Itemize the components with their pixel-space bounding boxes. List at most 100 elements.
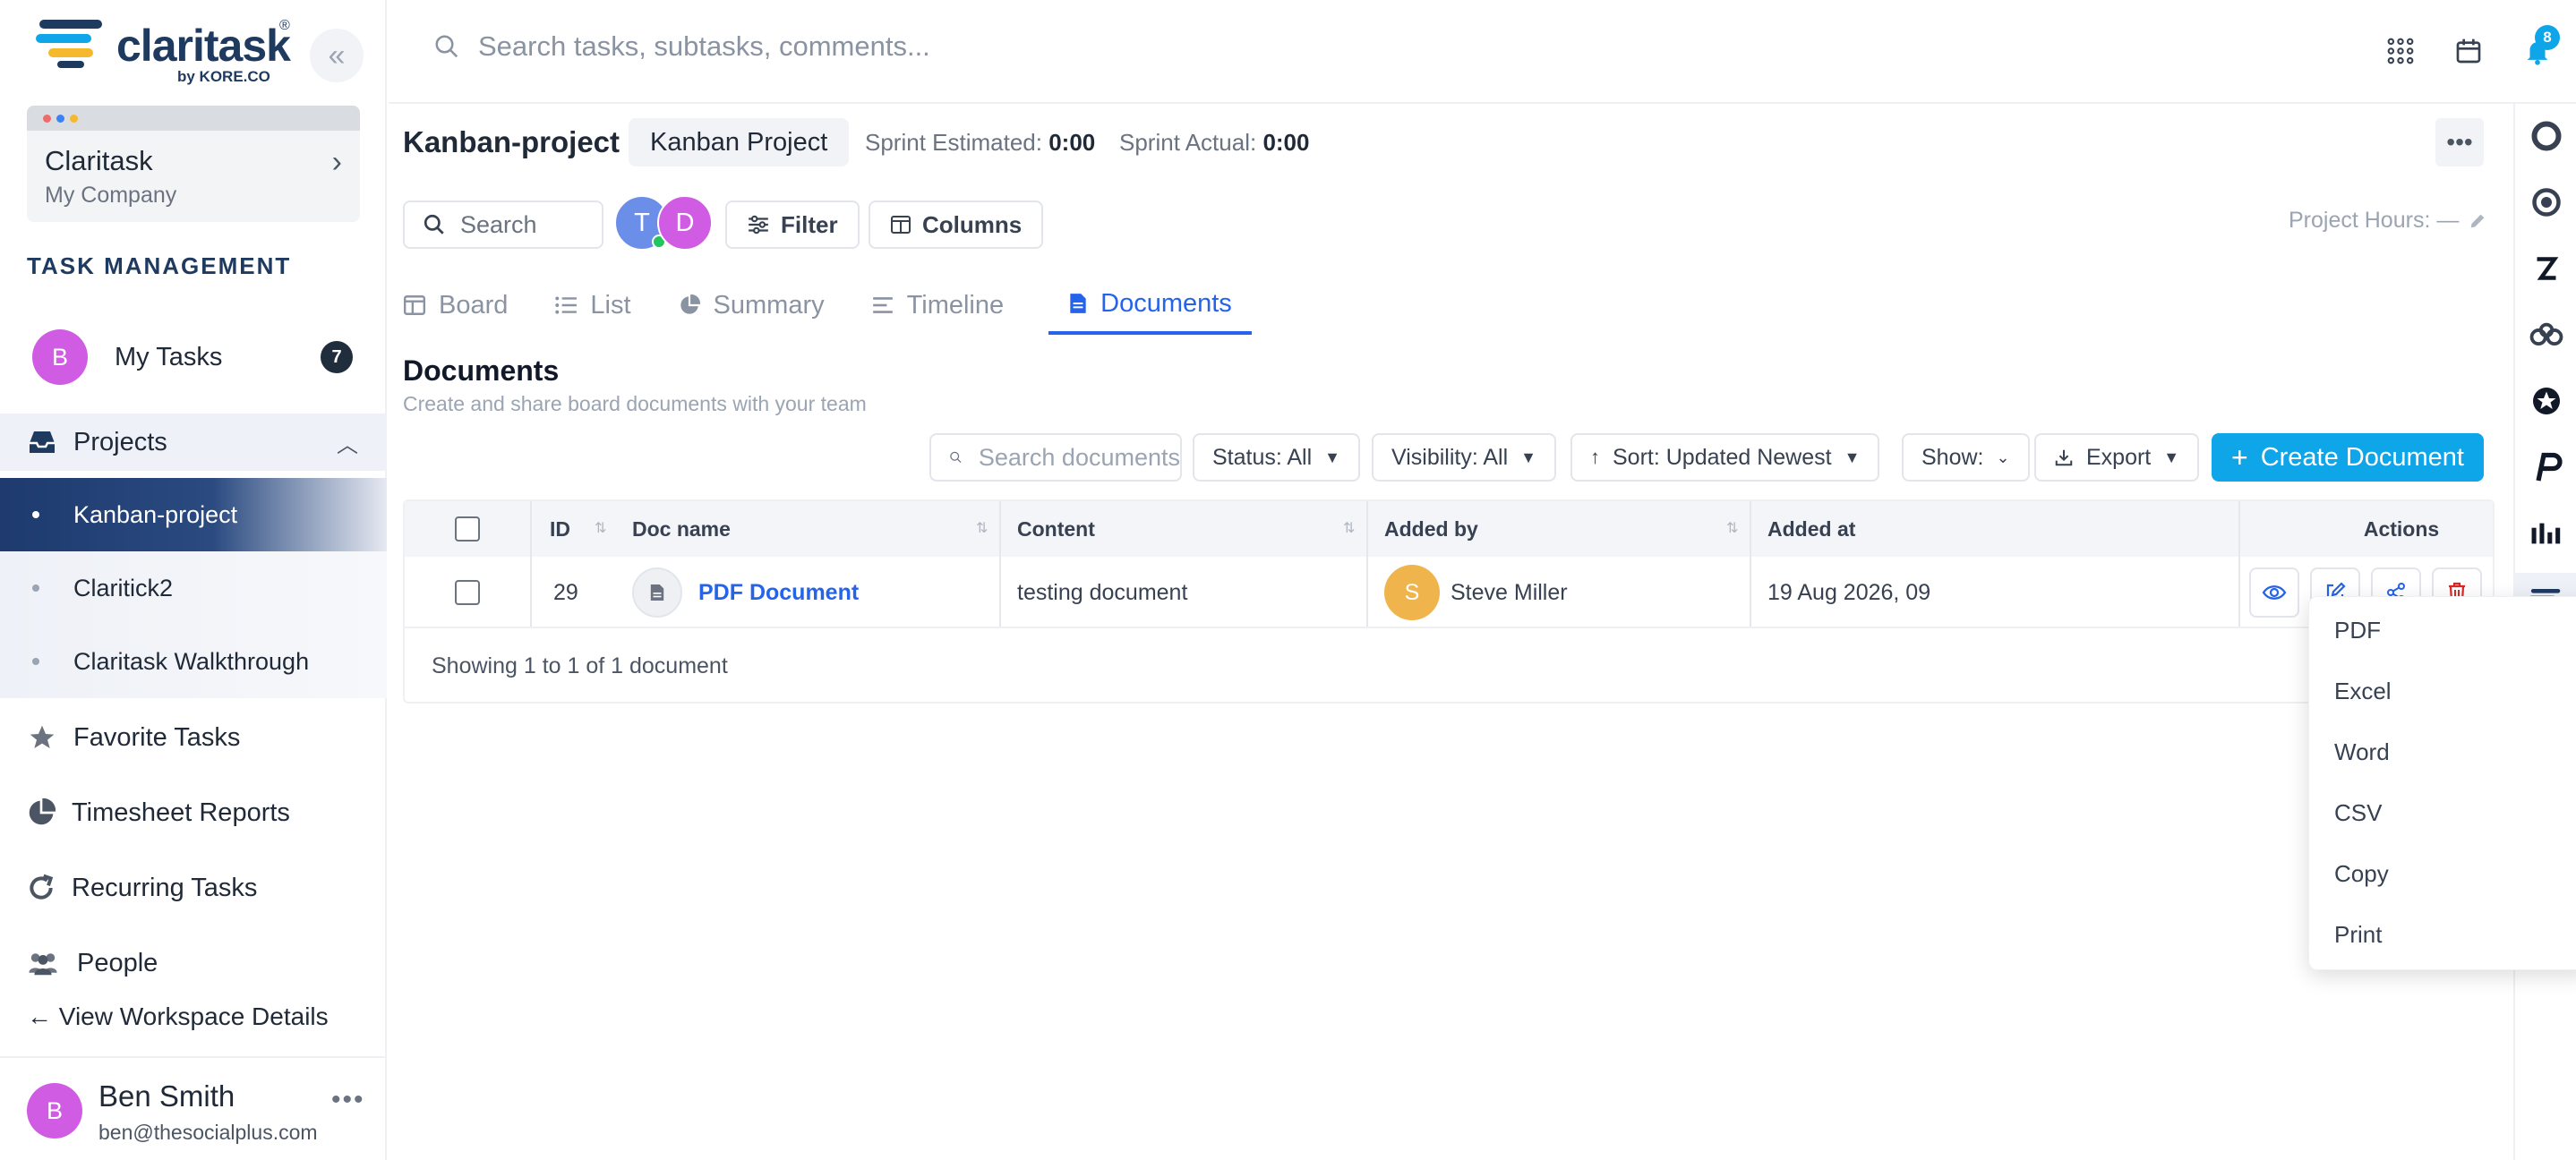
sidebar-item-recurring-tasks[interactable]: Recurring Tasks: [0, 863, 387, 913]
tab-timeline[interactable]: Timeline: [871, 276, 1023, 335]
table-row[interactable]: 29 PDF Document testing document S Steve…: [405, 557, 2493, 628]
user-profile[interactable]: B Ben Smith ben@thesocialplus.com •••: [0, 1056, 387, 1160]
filter-button[interactable]: Filter: [725, 200, 860, 249]
tab-summary[interactable]: Summary: [678, 276, 843, 335]
sprint-actual: Sprint Actual: 0:00: [1119, 129, 1309, 157]
global-search-input[interactable]: Search tasks, subtasks, comments...: [478, 30, 930, 63]
claritask-logo[interactable]: claritask ® by KORE.CO: [36, 16, 304, 85]
plus-icon: +: [2231, 440, 2248, 473]
links-logo-icon: [2529, 322, 2563, 346]
rail-app-2[interactable]: [2515, 175, 2576, 229]
export-menu-item-print[interactable]: Print: [2334, 921, 2382, 949]
workspace-switcher[interactable]: Claritask My Company ›: [27, 106, 360, 222]
cell-id: 29: [553, 579, 578, 605]
search-icon: [424, 214, 444, 235]
project-search-input[interactable]: Search: [403, 200, 603, 249]
export-menu: PDF Excel Word CSV Copy Print: [2308, 596, 2576, 970]
calendar-icon[interactable]: [2454, 37, 2483, 65]
sprint-estimated-value: 0:00: [1048, 129, 1096, 156]
sidebar-item-people[interactable]: People: [0, 938, 387, 988]
column-doc-name[interactable]: Doc name: [632, 501, 731, 557]
column-actions: Actions: [2335, 501, 2468, 557]
rail-app-1[interactable]: [2515, 109, 2576, 163]
collapse-sidebar-button[interactable]: «: [310, 29, 364, 82]
documents-table: ID ⇅ Doc name ⇅ Content ⇅ Added by ⇅ Add…: [403, 499, 2495, 704]
export-dropdown[interactable]: Export ▼: [2034, 433, 2200, 482]
view-button[interactable]: [2249, 567, 2299, 618]
column-added-at[interactable]: Added at: [1767, 501, 1855, 557]
sprint-estimated-label: Sprint Estimated:: [865, 129, 1042, 156]
tab-label: Board: [439, 290, 509, 320]
download-icon: [2055, 449, 2073, 466]
avatar: S: [1384, 565, 1440, 620]
workspace-company: My Company: [45, 183, 177, 208]
sort-icon: ⇅: [595, 521, 607, 536]
export-menu-item-copy[interactable]: Copy: [2334, 860, 2389, 888]
my-tasks-count-badge: 7: [321, 341, 353, 373]
sidebar-item-timesheet-reports[interactable]: Timesheet Reports: [0, 788, 387, 838]
export-menu-item-word[interactable]: Word: [2334, 738, 2390, 766]
workspace-card-bar: [27, 106, 360, 131]
tab-list[interactable]: List: [554, 276, 648, 335]
select-all-checkbox[interactable]: [455, 501, 480, 557]
sidebar-project-claritick2[interactable]: Claritick2: [0, 551, 387, 625]
rail-app-6[interactable]: [2515, 440, 2576, 494]
sidebar: claritask ® by KORE.CO « Claritask My Co…: [0, 0, 387, 1160]
member-avatars[interactable]: T D: [614, 195, 715, 252]
export-menu-item-pdf[interactable]: PDF: [2334, 617, 2381, 644]
rail-app-4[interactable]: [2515, 308, 2576, 362]
sort-dropdown[interactable]: ↑ Sort: Updated Newest ▼: [1570, 433, 1880, 482]
pagination-info: Showing 1 to 1 of 1 document: [432, 653, 728, 678]
view-workspace-details-link[interactable]: ← View Workspace Details: [0, 992, 387, 1042]
workspace-name: Claritask: [45, 145, 153, 176]
project-more-button[interactable]: •••: [2435, 118, 2484, 166]
refresh-icon: [30, 874, 54, 900]
global-search[interactable]: Search tasks, subtasks, comments...: [433, 30, 930, 63]
row-checkbox[interactable]: [455, 557, 480, 628]
project-label: Kanban-project: [73, 500, 238, 528]
create-document-label: Create Document: [2260, 442, 2464, 472]
columns-button[interactable]: Columns: [869, 200, 1044, 249]
column-label: Added by: [1384, 516, 1478, 541]
notifications-button[interactable]: 8: [2522, 25, 2560, 66]
rail-app-5[interactable]: [2515, 374, 2576, 428]
sidebar-item-label: Recurring Tasks: [72, 873, 258, 902]
tab-board[interactable]: Board: [403, 276, 526, 335]
rail-app-7[interactable]: [2515, 507, 2576, 560]
visibility-filter-dropdown[interactable]: Visibility: All ▼: [1372, 433, 1556, 482]
column-content[interactable]: Content: [1017, 501, 1095, 557]
column-added-by[interactable]: Added by: [1384, 501, 1478, 557]
export-menu-item-csv[interactable]: CSV: [2334, 799, 2382, 827]
bullet-icon: [32, 658, 39, 665]
yellow-dot-icon: [70, 114, 78, 123]
tab-documents[interactable]: Documents: [1048, 276, 1252, 335]
status-filter-dropdown[interactable]: Status: All ▼: [1193, 433, 1360, 482]
tab-label: Timeline: [906, 290, 1005, 320]
rail-app-3[interactable]: [2515, 242, 2576, 295]
cell-doc-name[interactable]: PDF Document: [632, 557, 859, 628]
doc-name-link[interactable]: PDF Document: [698, 580, 859, 606]
sort-icon: ⇅: [976, 521, 988, 536]
added-by-name: Steve Miller: [1451, 579, 1568, 605]
apps-grid-icon[interactable]: [2386, 37, 2415, 65]
sidebar-item-my-tasks[interactable]: B My Tasks 7: [0, 328, 387, 387]
sidebar-project-kanban-project[interactable]: Kanban-project: [0, 478, 387, 551]
timeline-icon: [872, 297, 893, 313]
caret-down-icon: ▼: [1844, 448, 1861, 466]
star-icon: [30, 725, 55, 748]
export-menu-item-excel[interactable]: Excel: [2334, 678, 2392, 705]
sidebar-item-favorite-tasks[interactable]: Favorite Tasks: [0, 712, 387, 763]
sidebar-item-projects[interactable]: Projects ︿: [0, 414, 387, 471]
project-hours[interactable]: Project Hours: —: [2289, 208, 2487, 234]
show-dropdown[interactable]: Show: ⌄: [1902, 433, 2030, 482]
project-type-pill[interactable]: Kanban Project: [629, 118, 850, 166]
view-workspace-label: ← View Workspace Details: [27, 1002, 329, 1030]
documents-search-input[interactable]: Search documents: [929, 433, 1182, 482]
more-options-icon[interactable]: •••: [331, 1085, 365, 1115]
eye-icon: [2262, 585, 2287, 600]
create-document-button[interactable]: + Create Document: [2212, 433, 2484, 482]
sprint-estimated: Sprint Estimated: 0:00: [865, 129, 1095, 157]
column-id[interactable]: ID: [550, 501, 570, 557]
logo-mark-icon: [36, 20, 102, 68]
sidebar-project-claritask-walkthrough[interactable]: Claritask Walkthrough: [0, 625, 387, 698]
